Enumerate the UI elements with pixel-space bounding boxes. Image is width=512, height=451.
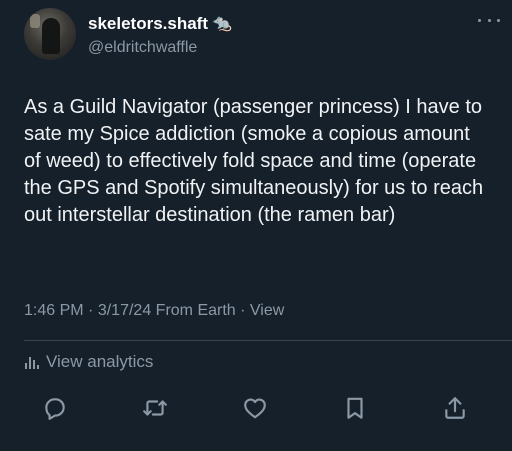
view-link[interactable]: View [250,302,284,319]
reply-button[interactable] [42,395,68,421]
user-handle[interactable]: @eldritchwaffle [88,39,197,57]
tweet-time[interactable]: 1:46 PM [24,302,84,319]
rat-emoji: 🐀 [212,15,232,32]
action-bar [42,393,468,423]
tweet-meta: 1:46 PM · 3/17/24 From Earth · View [24,302,284,320]
like-icon [244,398,266,419]
bookmark-icon [347,397,363,419]
bar-chart-icon [25,357,39,369]
reply-icon [45,398,65,420]
avatar-photo-figure [42,18,60,54]
share-button[interactable] [442,395,468,421]
more-dot [497,18,500,22]
like-button[interactable] [242,395,268,421]
meta-separator: · [88,302,94,319]
more-options-icon[interactable] [478,12,500,28]
display-name[interactable]: skeletors.shaft [88,14,208,34]
tweet-text: As a Guild Navigator (passenger princess… [24,96,484,226]
tweet-source: From Earth [155,302,236,319]
tweet-header: skeletors.shaft 🐀 @eldritchwaffle [24,8,500,70]
tweet-date[interactable]: 3/17/24 [98,302,151,319]
view-analytics-link[interactable]: View analytics [24,352,153,372]
share-icon [445,397,465,419]
avatar[interactable] [24,8,76,60]
meta-separator: · [240,302,246,319]
divider [24,340,512,341]
view-analytics-label: View analytics [46,352,154,371]
retweet-icon [143,400,167,416]
more-dot [478,18,481,22]
bookmark-button[interactable] [342,395,368,421]
name-row: skeletors.shaft 🐀 [88,14,232,34]
retweet-button[interactable] [142,395,168,421]
more-dot [487,18,491,22]
avatar-photo-light [30,14,40,28]
